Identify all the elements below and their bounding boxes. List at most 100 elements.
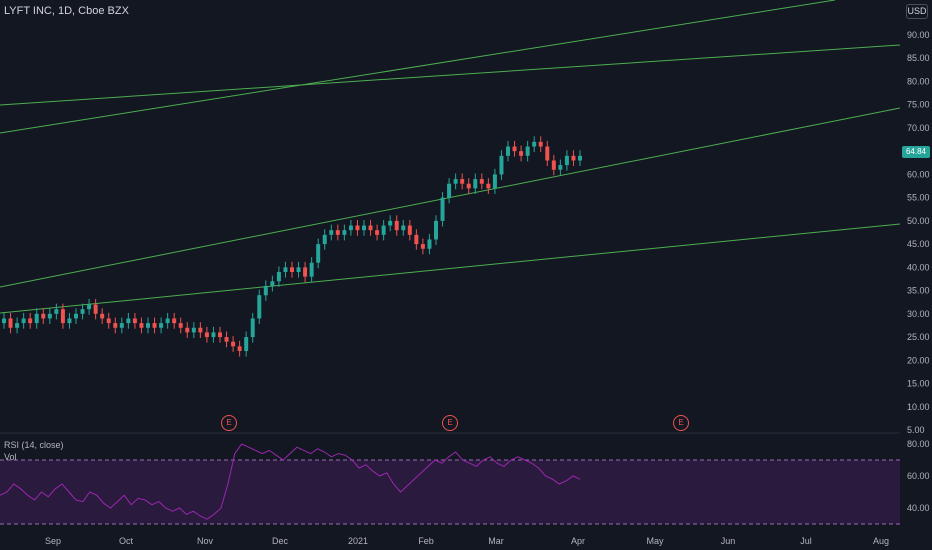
candle-body [283, 267, 288, 272]
candle-body [362, 225, 366, 231]
candle-body [74, 313, 78, 319]
candle-body [401, 225, 406, 231]
candle-body [414, 234, 419, 245]
candle-body [178, 323, 183, 328]
candle-body [348, 225, 353, 231]
earnings-marker[interactable]: E [221, 415, 237, 431]
time-tick-label: Jun [721, 536, 736, 546]
rsi-axis[interactable]: 80.00 60.00 40.00 [907, 439, 930, 513]
time-tick-label: May [646, 536, 664, 546]
candle-body [126, 318, 131, 324]
candle-body [342, 230, 347, 235]
candle-body [309, 262, 314, 277]
trendline-mid[interactable] [0, 44, 901, 106]
rsi-indicator-label[interactable]: RSI (14, close) [4, 440, 64, 450]
candle-body [204, 332, 209, 338]
time-tick-label: Dec [272, 536, 289, 546]
candle-body [368, 225, 373, 231]
price-tick-label: 10.00 [907, 402, 930, 412]
candle-body [106, 318, 111, 324]
price-tick-label: 25.00 [907, 332, 930, 342]
candle-body [512, 146, 517, 152]
candle-body [54, 309, 59, 314]
time-tick-label: Feb [418, 536, 434, 546]
candle-body [499, 155, 504, 175]
candle-body [545, 146, 550, 161]
candle-body [211, 332, 216, 338]
time-tick-label: Nov [197, 536, 214, 546]
price-tick-label: 70.00 [907, 123, 930, 133]
candle-body [8, 318, 13, 328]
candle-body [34, 313, 39, 324]
candle-body [41, 313, 46, 319]
candle-body [303, 267, 308, 277]
candle-body [381, 225, 386, 235]
candle-body [558, 165, 563, 170]
candle-body [447, 183, 452, 198]
earnings-marker[interactable]: E [442, 415, 458, 431]
candle-body [257, 295, 262, 319]
price-tick-label: 45.00 [907, 239, 930, 249]
rsi-tick-label: 40.00 [907, 503, 930, 513]
candle-body [532, 141, 537, 147]
time-tick-label: Apr [571, 536, 585, 546]
candle-body [564, 155, 569, 166]
candle-body [479, 179, 484, 184]
candle-body [440, 197, 445, 221]
price-tick-label: 20.00 [907, 355, 930, 365]
candle-body [296, 267, 301, 272]
trendline-upper[interactable] [0, 0, 836, 134]
candle-body [525, 146, 530, 156]
current-price-label: 64.84 [902, 146, 930, 158]
candle-body [146, 323, 150, 328]
candle-body [466, 183, 471, 189]
candle-body [388, 220, 393, 226]
candle-body [47, 313, 52, 319]
trendline-lower[interactable] [0, 223, 901, 314]
price-tick-label: 80.00 [907, 76, 930, 86]
candles [2, 136, 582, 357]
candle-body [316, 244, 321, 263]
trendlines[interactable] [0, 0, 901, 314]
candle-body [290, 267, 294, 272]
earnings-marker[interactable]: E [673, 415, 689, 431]
candle-body [172, 318, 177, 324]
candle-body [329, 230, 334, 235]
time-axis[interactable]: Sep Oct Nov Dec 2021 Feb Mar Apr May Jun Jul Aug [45, 536, 889, 546]
candle-body [486, 183, 491, 189]
time-tick-label: Mar [488, 536, 504, 546]
currency-button[interactable]: USD [906, 4, 928, 19]
candle-body [191, 327, 196, 333]
candle-body [473, 179, 478, 189]
price-tick-label: 55.00 [907, 193, 930, 203]
price-tick-label: 40.00 [907, 262, 930, 272]
price-tick-label: 30.00 [907, 309, 930, 319]
rsi-tick-label: 80.00 [907, 439, 930, 449]
candle-body [218, 332, 222, 338]
candle-body [237, 346, 242, 351]
price-tick-label: 15.00 [907, 379, 930, 389]
candle-body [506, 146, 510, 156]
candle-body [231, 341, 236, 347]
volume-indicator-label[interactable]: Vol [4, 452, 17, 462]
candle-body [67, 318, 72, 324]
candle-body [132, 318, 137, 324]
price-tick-label: 90.00 [907, 30, 930, 40]
candle-body [394, 220, 399, 231]
chart-canvas[interactable]: 90.0085.0080.0075.0070.0065.0060.0055.00… [0, 0, 932, 550]
candle-body [21, 318, 26, 324]
candle-body [159, 323, 164, 328]
price-tick-label: 35.00 [907, 286, 930, 296]
candle-body [571, 155, 576, 161]
candle-body [80, 309, 85, 314]
price-tick-label: 50.00 [907, 216, 930, 226]
candle-body [28, 318, 33, 324]
candle-body [93, 304, 98, 314]
candle-body [198, 327, 203, 333]
candle-body [375, 230, 380, 235]
price-tick-label: 60.00 [907, 169, 930, 179]
price-axis[interactable]: 90.0085.0080.0075.0070.0065.0060.0055.00… [907, 30, 930, 435]
rsi-tick-label: 60.00 [907, 471, 930, 481]
candle-body [270, 281, 275, 286]
time-tick-label: Jul [800, 536, 812, 546]
